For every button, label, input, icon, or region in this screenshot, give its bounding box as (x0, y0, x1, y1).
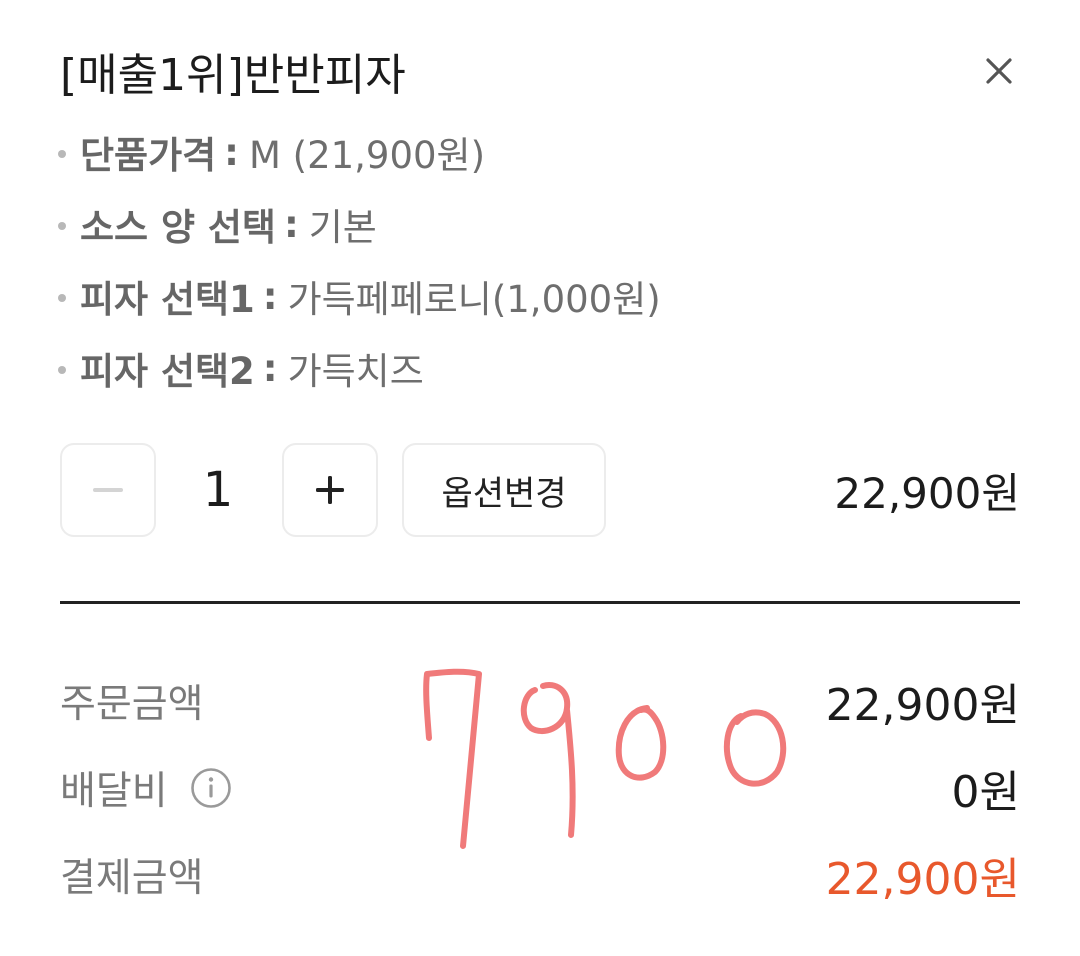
order-amount-row: 주문금액 22,900원 (60, 666, 1020, 736)
option-separator: : (262, 346, 278, 390)
order-amount-value: 22,900원 (825, 680, 1020, 731)
bullet-dot (58, 222, 66, 230)
payment-amount-row: 결제금액 22,900원 (60, 840, 1020, 910)
product-title: [매출1위]반반피자 (60, 50, 406, 101)
option-list: 단품가격 : M (21,900원) 소스 양 선택 : 기본 피자 선택1 :… (58, 116, 661, 404)
option-label: 소스 양 선택 (80, 206, 276, 249)
option-item: 소스 양 선택 : 기본 (58, 188, 661, 260)
option-value: M (21,900원) (248, 134, 486, 177)
option-label: 단품가격 (80, 134, 217, 177)
minus-icon (93, 488, 123, 492)
bullet-dot (58, 294, 66, 302)
increase-quantity-button[interactable] (282, 443, 378, 537)
option-separator: : (224, 130, 239, 174)
close-button[interactable] (972, 44, 1026, 98)
delivery-fee-row: 배달비 0원 (60, 753, 1020, 823)
delivery-fee-label-group: 배달비 (60, 760, 232, 816)
order-amount-label: 주문금액 (60, 682, 204, 727)
payment-amount-label: 결제금액 (60, 856, 204, 901)
quantity-value: 1 (202, 462, 234, 518)
option-label: 피자 선택2 (80, 350, 255, 393)
payment-amount-value: 22,900원 (825, 854, 1020, 905)
bullet-dot (58, 150, 66, 158)
line-total-price: 22,900원 (834, 468, 1020, 518)
option-value: 가득페페로니(1,000원) (287, 278, 661, 321)
change-option-button[interactable]: 옵션변경 (402, 443, 606, 537)
delivery-fee-label: 배달비 (60, 769, 168, 814)
delivery-fee-value: 0원 (951, 767, 1020, 818)
option-separator: : (262, 274, 278, 318)
decrease-quantity-button[interactable] (60, 443, 156, 537)
info-icon[interactable] (190, 767, 232, 809)
option-label: 피자 선택1 (80, 278, 255, 321)
section-divider (60, 601, 1020, 604)
bullet-dot (58, 366, 66, 374)
option-separator: : (283, 202, 299, 246)
option-item: 피자 선택1 : 가득페페로니(1,000원) (58, 260, 661, 332)
option-item: 피자 선택2 : 가득치즈 (58, 332, 661, 404)
option-value: 기본 (308, 206, 377, 249)
plus-icon (316, 476, 344, 504)
option-value: 가득치즈 (287, 350, 424, 393)
quantity-row: 1 옵션변경 22,900원 (60, 443, 1020, 539)
close-icon (986, 58, 1012, 84)
option-item: 단품가격 : M (21,900원) (58, 116, 661, 188)
